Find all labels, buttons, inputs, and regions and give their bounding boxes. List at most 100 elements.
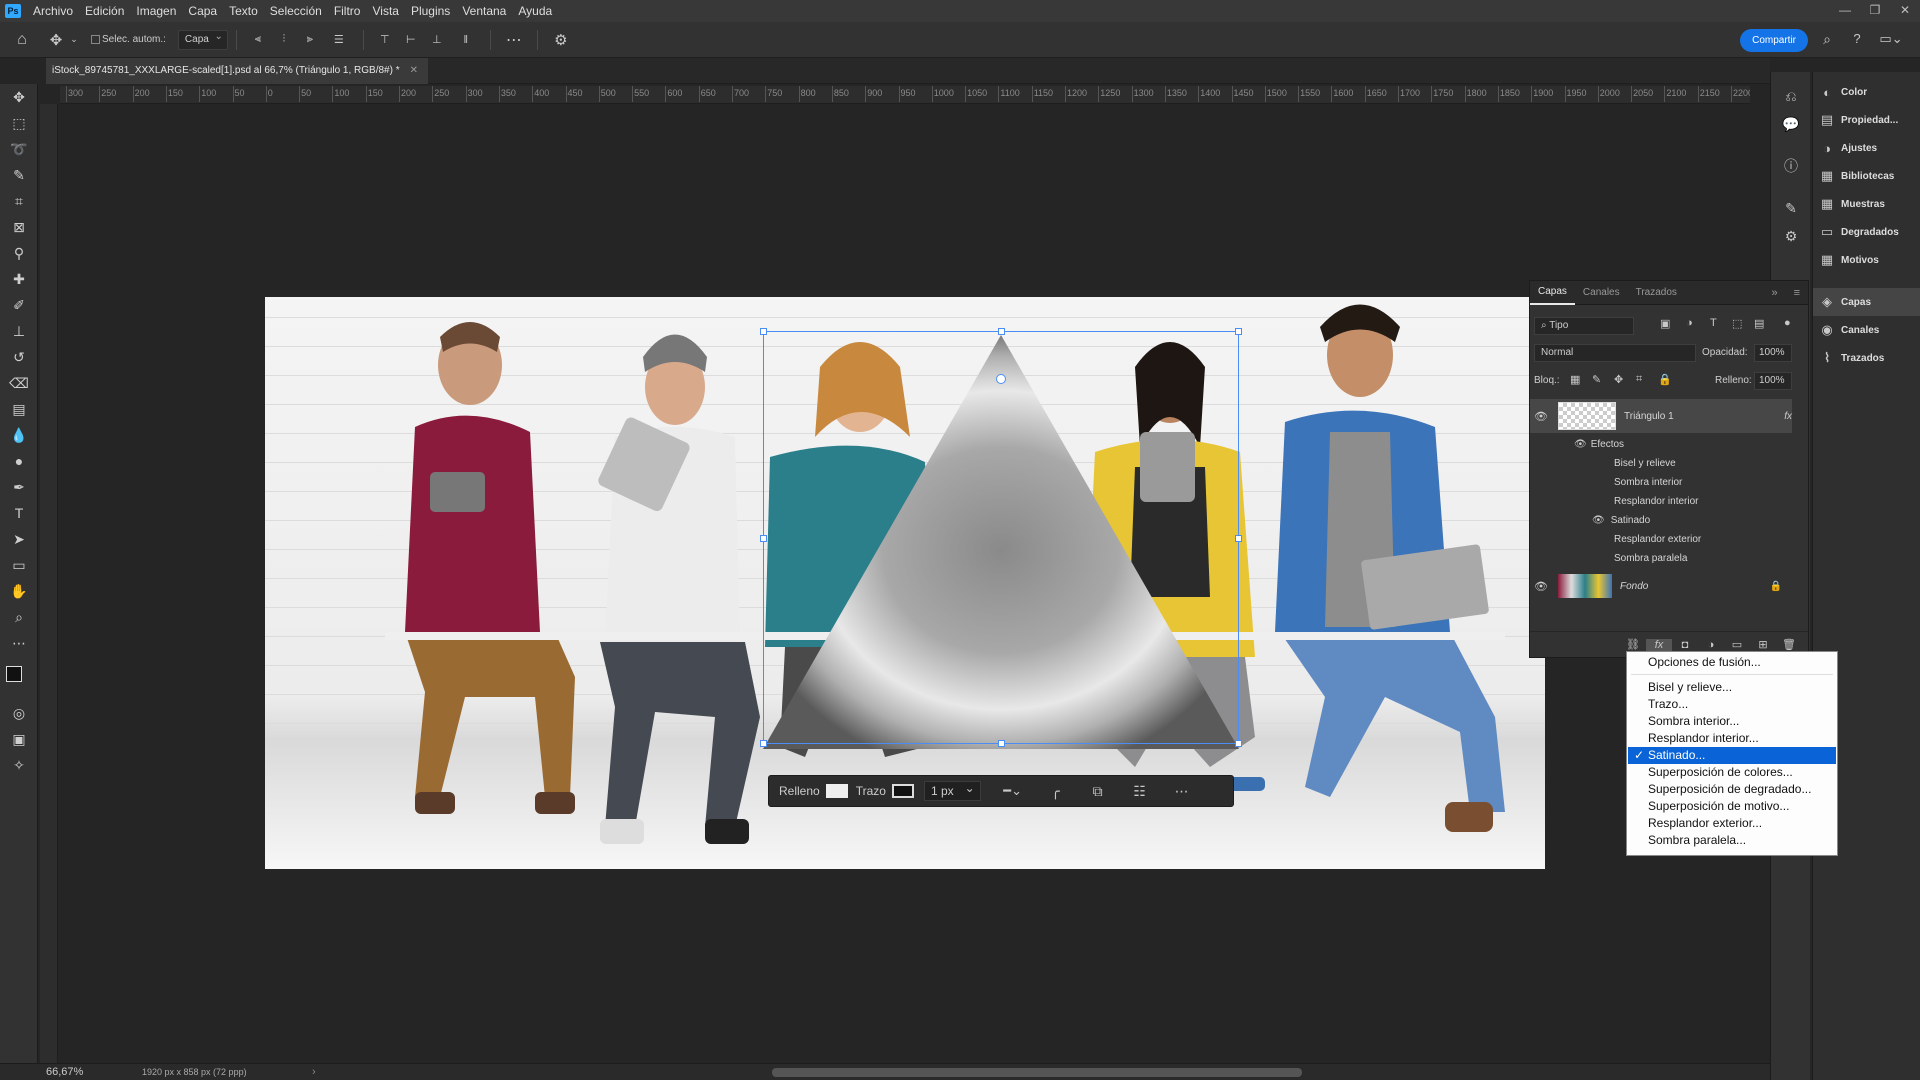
panel-color[interactable]: ◐ Color xyxy=(1813,78,1920,106)
layer-filter-dropdown[interactable]: ⌕ Tipo xyxy=(1534,317,1634,335)
handle-middle-right[interactable] xyxy=(1235,535,1242,542)
menu-item-color-overlay[interactable]: Superposición de colores... xyxy=(1628,764,1836,781)
filter-smart-object-icon[interactable]: ▤ xyxy=(1754,317,1764,330)
align-right-icon[interactable]: ⫸ xyxy=(297,33,323,46)
tool-presets-icon[interactable]: ⚙ xyxy=(1771,222,1811,250)
panel-swatches[interactable]: ▦ Muestras xyxy=(1813,190,1920,218)
panel-gradients[interactable]: ▭ Degradados xyxy=(1813,218,1920,246)
menu-item-inner-shadow[interactable]: Sombra interior... xyxy=(1628,713,1836,730)
zoom-level[interactable]: 66,67% xyxy=(46,1066,83,1078)
history-icon[interactable]: ⎌ xyxy=(1771,82,1811,110)
history-brush-tool-icon[interactable]: ↺ xyxy=(0,344,38,370)
fill-color-swatch[interactable] xyxy=(825,784,848,798)
filter-shape-icon[interactable]: ⬚ xyxy=(1732,317,1742,330)
auto-select-checkbox[interactable] xyxy=(88,35,102,44)
handle-bottom-left[interactable] xyxy=(760,740,767,747)
document-tab[interactable]: iStock_89745781_XXXLARGE-scaled[1].psd a… xyxy=(46,58,428,84)
handle-top-center[interactable] xyxy=(998,328,1005,335)
align-top-icon[interactable]: ⊤ xyxy=(372,33,398,46)
dodge-tool-icon[interactable]: ● xyxy=(0,448,38,474)
rectangle-tool-icon[interactable]: ▭ xyxy=(0,552,38,578)
quick-mask-icon[interactable]: ◎ xyxy=(0,700,38,726)
link-icon[interactable]: ⛓ xyxy=(1620,638,1646,651)
gradient-tool-icon[interactable]: ▤ xyxy=(0,396,38,422)
visibility-eye-icon[interactable]: 👁 xyxy=(1530,410,1552,423)
layer-name[interactable]: Triángulo 1 xyxy=(1624,411,1674,422)
color-swatches[interactable] xyxy=(0,656,38,700)
info-icon[interactable]: ⓘ xyxy=(1771,152,1811,180)
align-middle-icon[interactable]: ⊢ xyxy=(398,33,424,46)
effect-row[interactable]: Bisel y relieve xyxy=(1530,454,1792,473)
new-layer-icon[interactable]: ⊞ xyxy=(1750,638,1776,651)
eraser-tool-icon[interactable]: ⌫ xyxy=(0,370,38,396)
brush-tool-icon[interactable]: ✐ xyxy=(0,292,38,318)
type-tool-icon[interactable]: T xyxy=(0,500,38,526)
effects-header-row[interactable]: 👁 Efectos xyxy=(1530,435,1792,453)
collapse-panel-icon[interactable]: » xyxy=(1763,287,1785,299)
layer-name[interactable]: Fondo xyxy=(1620,581,1648,592)
path-select-tool-icon[interactable]: ➤ xyxy=(0,526,38,552)
lasso-tool-icon[interactable]: ➰ xyxy=(0,136,38,162)
menu-texto[interactable]: Texto xyxy=(223,0,264,22)
screen-mode-icon[interactable]: ▣ xyxy=(0,726,38,752)
panel-patterns[interactable]: ▦ Motivos xyxy=(1813,246,1920,274)
pen-tool-icon[interactable]: ✒ xyxy=(0,474,38,500)
panel-menu-icon[interactable]: ≡ xyxy=(1786,287,1808,299)
distribute-icon[interactable]: ☰ xyxy=(323,33,355,46)
workspace-icon[interactable]: ▭⌄ xyxy=(1876,31,1906,47)
crop-tool-icon[interactable]: ⌗ xyxy=(0,188,38,214)
horizontal-scrollbar[interactable] xyxy=(772,1068,1302,1077)
adjustment-layer-icon[interactable]: ◑ xyxy=(1698,639,1724,651)
close-icon[interactable]: ✕ xyxy=(1890,0,1920,22)
visibility-eye-icon[interactable]: 👁 xyxy=(1530,580,1552,593)
panel-adjustments[interactable]: ◑ Ajustes xyxy=(1813,134,1920,162)
brush-settings-icon[interactable]: ✎ xyxy=(1771,194,1811,222)
reference-point-handle[interactable] xyxy=(996,374,1006,384)
effect-row[interactable]: Resplandor exterior xyxy=(1530,530,1792,549)
restore-icon[interactable]: ❐ xyxy=(1860,0,1890,22)
menu-filtro[interactable]: Filtro xyxy=(328,0,367,22)
align-left-icon[interactable]: ⫷ xyxy=(245,33,271,46)
filter-type-icon[interactable]: T xyxy=(1710,317,1717,329)
stroke-color-swatch[interactable] xyxy=(891,784,914,798)
fx-button[interactable]: fx xyxy=(1646,638,1672,651)
layer-fx-icon[interactable]: fx xyxy=(1784,411,1792,422)
menu-item-outer-glow[interactable]: Resplandor exterior... xyxy=(1628,815,1836,832)
more-tools-icon[interactable]: ⋯ xyxy=(0,630,38,656)
add-mask-icon[interactable]: ◘ xyxy=(1672,639,1698,651)
menu-item-pattern-overlay[interactable]: Superposición de motivo... xyxy=(1628,798,1836,815)
lock-transparent-icon[interactable]: ▦ xyxy=(1570,373,1580,386)
share-button[interactable]: Compartir xyxy=(1740,29,1808,52)
lock-artboard-icon[interactable]: ⌗ xyxy=(1636,373,1642,386)
menu-item-satin[interactable]: ✓ Satinado... xyxy=(1628,747,1836,764)
transform-bounding-box[interactable] xyxy=(760,328,1242,747)
effect-row[interactable]: Sombra interior xyxy=(1530,473,1792,492)
filter-pixel-icon[interactable]: ▣ xyxy=(1660,317,1670,330)
align-center-icon[interactable]: ⫶ xyxy=(271,33,297,46)
zoom-tool-icon[interactable]: ⌕ xyxy=(0,604,38,630)
auto-select-dropdown[interactable]: Capa xyxy=(177,28,228,50)
lock-image-icon[interactable]: ✎ xyxy=(1592,373,1601,386)
chevron-right-icon[interactable]: › xyxy=(312,1066,316,1078)
align-bottom-icon[interactable]: ⊥ xyxy=(424,33,450,46)
move-tool-icon[interactable]: ✥ xyxy=(44,31,68,49)
handle-bottom-center[interactable] xyxy=(998,740,1005,747)
comments-icon[interactable]: 💬 xyxy=(1771,110,1811,138)
lock-position-icon[interactable]: ✥ xyxy=(1614,373,1623,386)
stroke-style-dropdown[interactable]: ━⌄ xyxy=(991,783,1035,799)
gear-icon[interactable]: ⚙ xyxy=(546,31,576,49)
effect-row[interactable]: Sombra paralela xyxy=(1530,549,1792,568)
help-icon[interactable]: ? xyxy=(1846,31,1868,46)
menu-imagen[interactable]: Imagen xyxy=(130,0,182,22)
home-icon[interactable]: ⌂ xyxy=(0,31,44,49)
menu-item-drop-shadow[interactable]: Sombra paralela... xyxy=(1628,832,1836,849)
blur-tool-icon[interactable]: 💧 xyxy=(0,422,38,448)
handle-top-right[interactable] xyxy=(1235,328,1242,335)
settings-sliders-icon[interactable]: ☷ xyxy=(1119,783,1161,800)
chevron-down-icon[interactable]: ⌄ xyxy=(68,34,80,45)
menu-item-inner-glow[interactable]: Resplandor interior... xyxy=(1628,730,1836,747)
menu-seleccion[interactable]: Selección xyxy=(264,0,328,22)
panel-paths[interactable]: ⌇ Trazados xyxy=(1813,344,1920,372)
menu-archivo[interactable]: Archivo xyxy=(27,0,79,22)
eyedropper-tool-icon[interactable]: ⚲ xyxy=(0,240,38,266)
